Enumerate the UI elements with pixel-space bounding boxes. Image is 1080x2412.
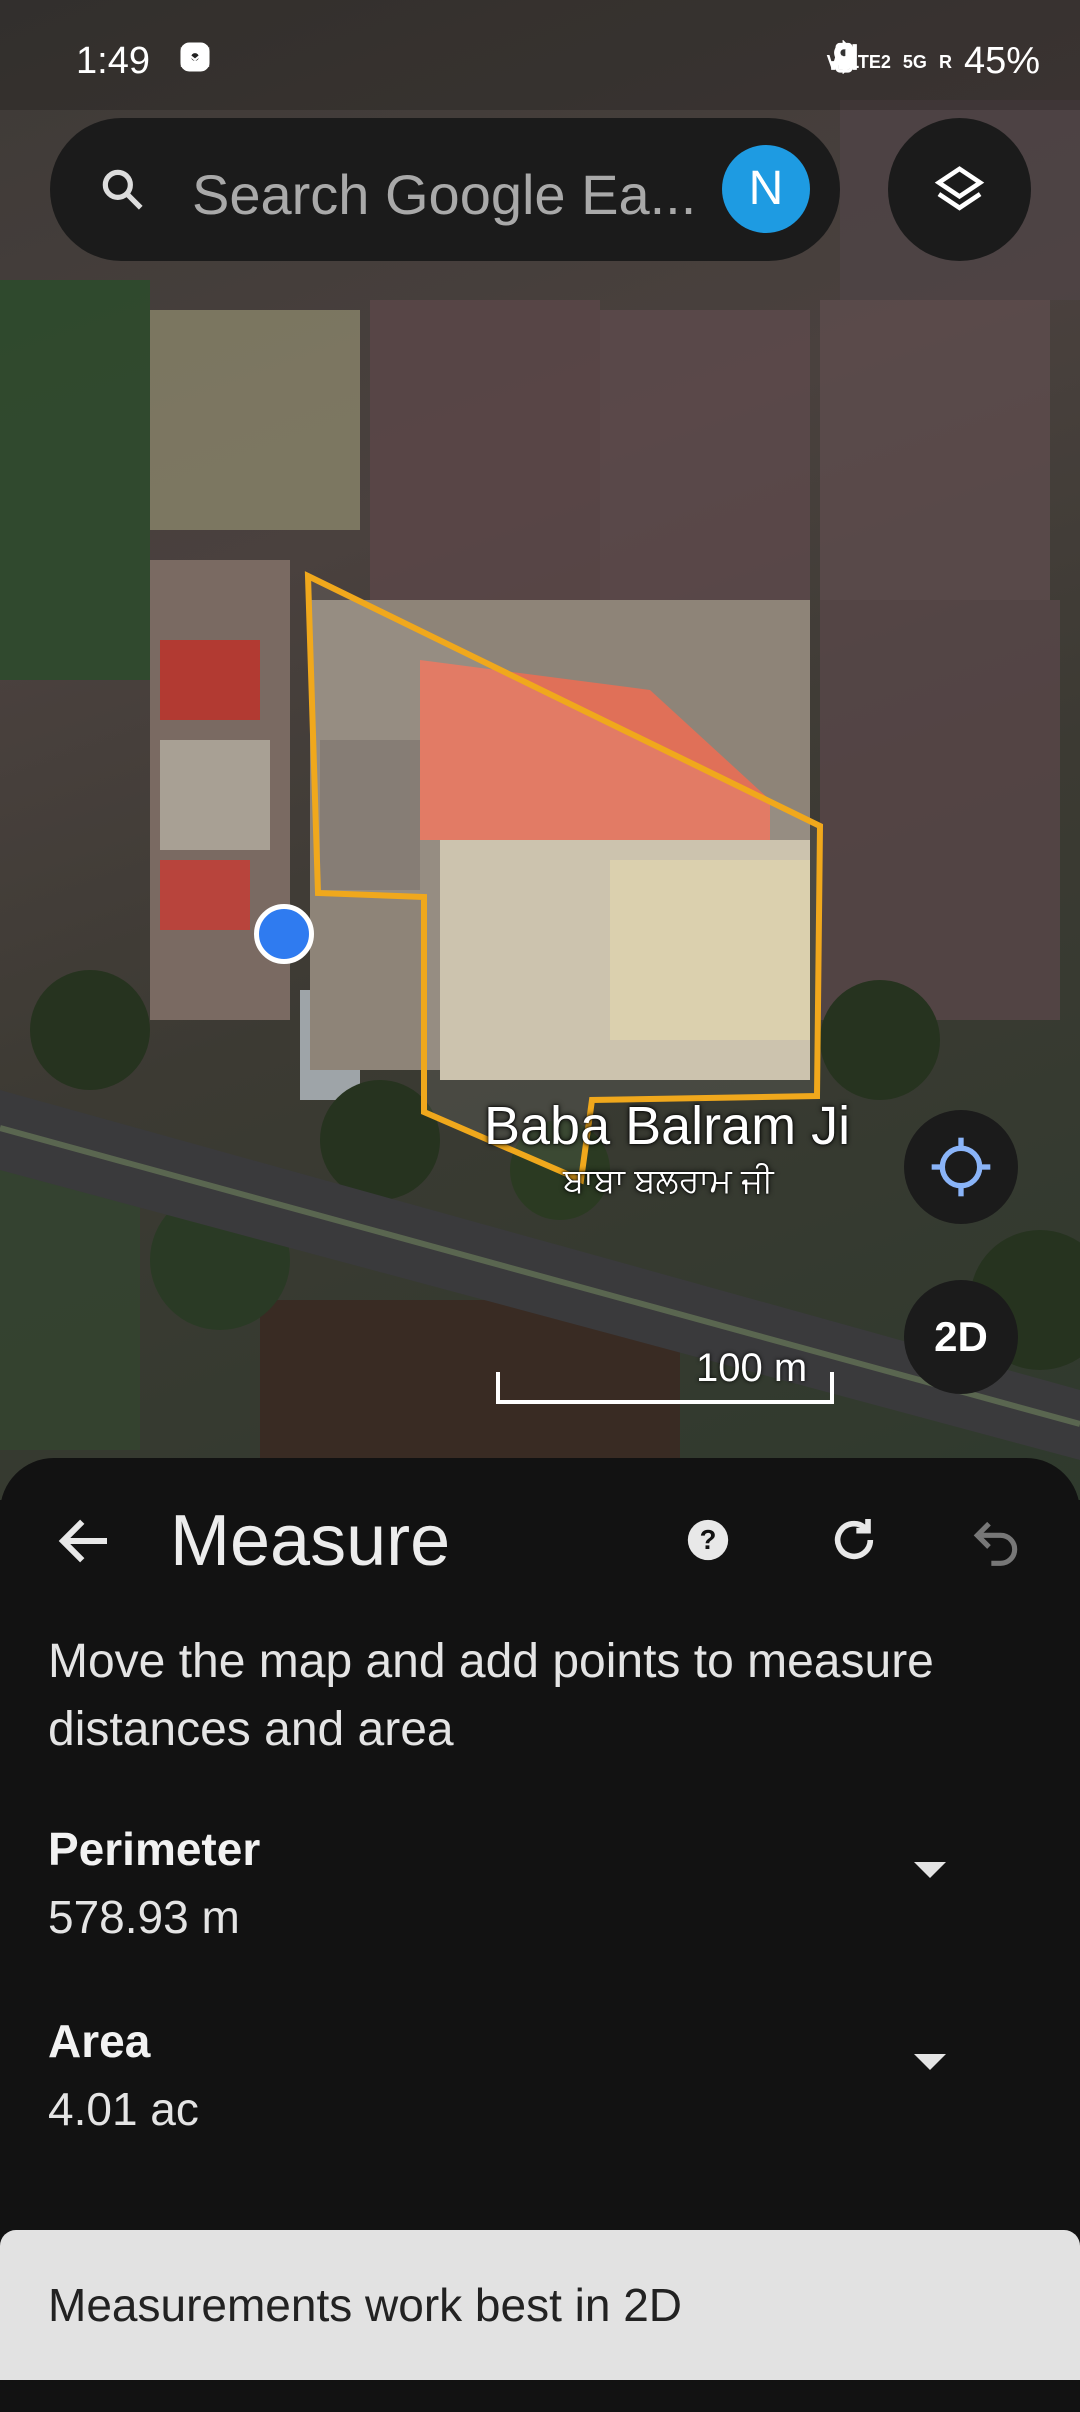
network-label: 5G bbox=[902, 51, 927, 72]
place-label[interactable]: Baba Balram Ji bbox=[484, 1095, 850, 1157]
svg-text:?: ? bbox=[700, 1524, 717, 1555]
hint-text: Measurements work best in 2D bbox=[48, 2279, 683, 2331]
battery-icon bbox=[835, 42, 853, 73]
back-arrow-icon[interactable] bbox=[52, 1508, 118, 1574]
measure-instructions: Move the map and add points to measure d… bbox=[48, 1635, 934, 1756]
scale-bar bbox=[496, 1372, 834, 1404]
hint-banner: Measurements work best in 2D bbox=[0, 2230, 1080, 2380]
system-icons: VoLTE2 5G R 45% bbox=[827, 40, 1040, 83]
satellite-map[interactable]: 1:49 VoLTE2 5G R 45% Search Google Ea...… bbox=[0, 0, 1080, 1500]
roaming-label: R bbox=[938, 51, 952, 72]
layers-button[interactable] bbox=[888, 118, 1031, 261]
search-input[interactable]: Search Google Ea... bbox=[192, 162, 696, 227]
crosshair-icon bbox=[931, 1137, 991, 1197]
battery-percent: 45% bbox=[963, 40, 1040, 82]
perimeter-value: 578.93 m bbox=[48, 1891, 240, 1943]
view-mode-2d-button[interactable]: 2D bbox=[904, 1280, 1018, 1394]
status-time: 1:49 bbox=[76, 40, 150, 82]
perimeter-label: Perimeter bbox=[48, 1823, 261, 1875]
refresh-icon[interactable] bbox=[826, 1512, 882, 1568]
help-icon[interactable]: ? bbox=[686, 1518, 730, 1562]
area-label: Area bbox=[48, 2015, 151, 2067]
area-value: 4.01 ac bbox=[48, 2083, 199, 2135]
area-row[interactable]: Area 4.01 ac bbox=[48, 2014, 1038, 2154]
instagram-icon bbox=[180, 42, 210, 72]
place-label-local: ਬਾਬਾ ਬਲਰਾਮ ਜੀ bbox=[563, 1162, 774, 1200]
avatar[interactable]: N bbox=[722, 145, 810, 233]
locate-me-button[interactable] bbox=[904, 1110, 1018, 1224]
my-location-dot bbox=[254, 904, 314, 964]
layers-icon bbox=[934, 166, 985, 211]
undo-icon[interactable] bbox=[968, 1512, 1024, 1568]
search-bar[interactable]: Search Google Ea... N bbox=[50, 118, 840, 261]
area-unit-dropdown-icon[interactable] bbox=[914, 2054, 946, 2070]
panel-title: Measure bbox=[170, 1501, 451, 1581]
search-icon bbox=[102, 169, 143, 210]
perimeter-unit-dropdown-icon[interactable] bbox=[914, 1862, 946, 1878]
status-bar: 1:49 VoLTE2 5G R 45% bbox=[0, 0, 1080, 110]
perimeter-row[interactable]: Perimeter 578.93 m bbox=[48, 1822, 1038, 1962]
